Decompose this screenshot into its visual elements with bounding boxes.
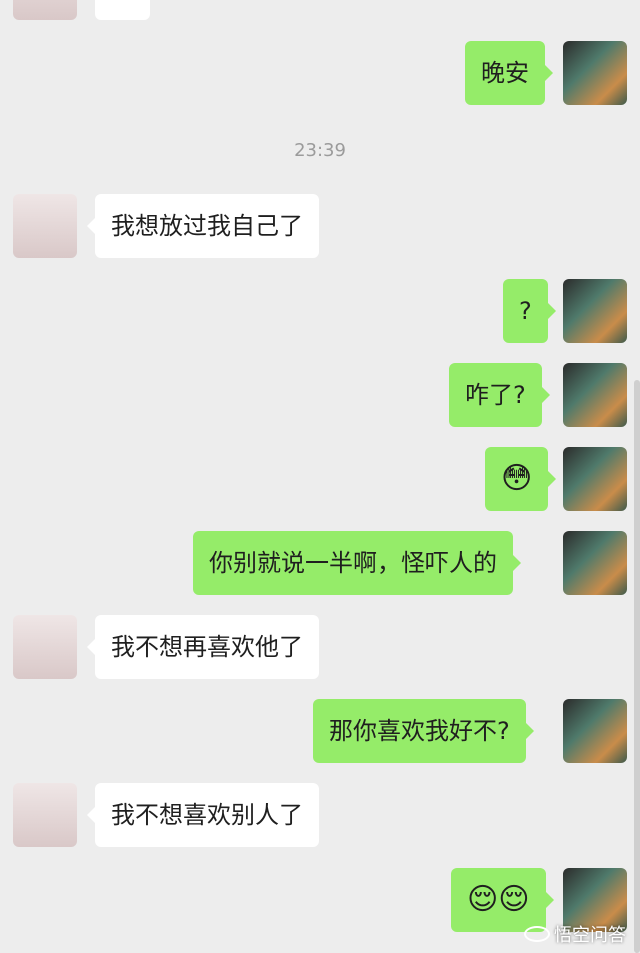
avatar-me[interactable] xyxy=(563,363,627,427)
avatar-clipped[interactable] xyxy=(13,0,77,20)
message-text: ? xyxy=(519,297,532,325)
watermark: 悟空问答 xyxy=(524,921,626,947)
avatar-contact[interactable] xyxy=(13,194,77,258)
message-bubble-sent[interactable]: 😳 xyxy=(485,447,557,511)
avatar-contact[interactable] xyxy=(13,615,77,679)
avatar-me[interactable] xyxy=(563,699,627,763)
message-bubble-sent[interactable]: ? xyxy=(503,279,556,343)
message-text: 那你喜欢我好不? xyxy=(329,717,510,745)
avatar-me[interactable] xyxy=(563,279,627,343)
avatar-contact[interactable] xyxy=(13,783,77,847)
relieved-face-emoji: 😌😌 xyxy=(467,882,530,917)
message-bubble-received[interactable]: 我不想喜欢别人了 xyxy=(87,783,319,847)
message-text: 我想放过我自己了 xyxy=(111,212,303,240)
watermark-text: 悟空问答 xyxy=(554,925,626,946)
flushed-face-emoji: 😳 xyxy=(501,461,533,496)
avatar-me[interactable] xyxy=(563,531,627,595)
avatar-me[interactable] xyxy=(563,447,627,511)
scrollbar[interactable] xyxy=(634,380,640,953)
message-bubble-sent[interactable]: 咋了? xyxy=(449,363,550,427)
message-bubble-received[interactable]: 我不想再喜欢他了 xyxy=(87,615,319,679)
message-bubble-sent[interactable]: 那你喜欢我好不? xyxy=(313,699,534,763)
timestamp: 23:39 xyxy=(294,140,346,161)
message-text: 我不想再喜欢他了 xyxy=(111,633,303,661)
message-bubble-sent[interactable]: 晚安 xyxy=(465,41,553,105)
message-text: 你别就说一半啊，怪吓人的 xyxy=(209,549,497,577)
avatar-me[interactable] xyxy=(563,41,627,105)
message-text: 咋了? xyxy=(465,381,526,409)
message-text: 我不想喜欢别人了 xyxy=(111,801,303,829)
message-bubble-clipped[interactable] xyxy=(95,0,150,20)
message-bubble-received[interactable]: 我想放过我自己了 xyxy=(87,194,319,258)
message-bubble-sent[interactable]: 你别就说一半啊，怪吓人的 xyxy=(193,531,521,595)
message-text: 晚安 xyxy=(481,59,529,87)
wukong-logo-icon xyxy=(524,926,550,942)
